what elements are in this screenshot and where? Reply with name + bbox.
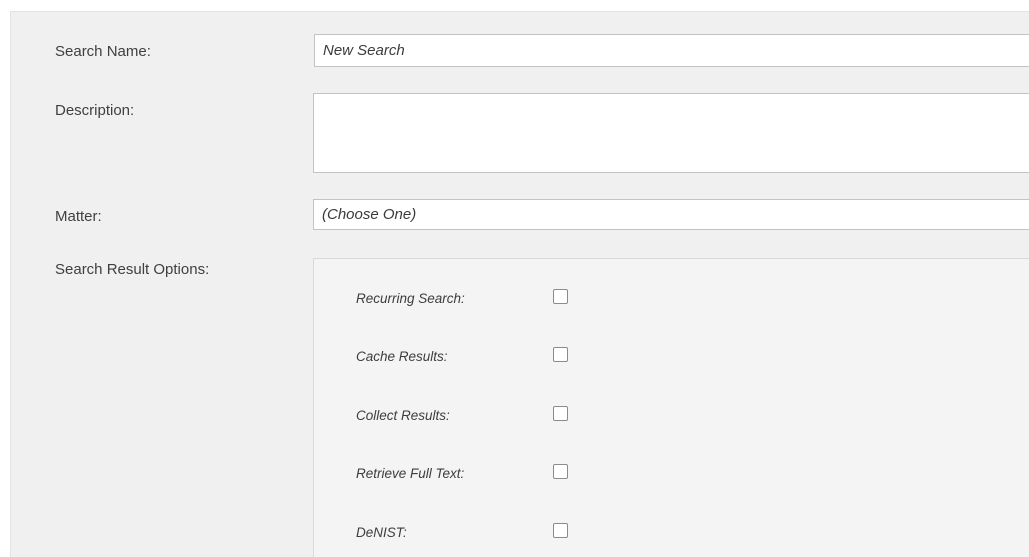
option-row-recurring-search: Recurring Search: xyxy=(356,289,756,307)
cache-results-label: Cache Results: xyxy=(356,349,448,364)
retrieve-full-text-checkbox[interactable] xyxy=(553,464,568,479)
collect-results-checkbox[interactable] xyxy=(553,406,568,421)
collect-results-label: Collect Results: xyxy=(356,408,450,423)
denist-checkbox[interactable] xyxy=(553,523,568,538)
search-result-options-label: Search Result Options: xyxy=(55,261,209,278)
option-row-denist: DeNIST: xyxy=(356,523,756,541)
new-search-form-page: Search Name: Description: Matter: (Choos… xyxy=(0,0,1029,557)
option-row-retrieve-full-text: Retrieve Full Text: xyxy=(356,464,756,482)
description-label: Description: xyxy=(55,102,134,119)
recurring-search-checkbox[interactable] xyxy=(553,289,568,304)
option-row-collect-results: Collect Results: xyxy=(356,406,756,424)
option-row-cache-results: Cache Results: xyxy=(356,347,756,365)
denist-label: DeNIST: xyxy=(356,525,407,540)
cache-results-checkbox[interactable] xyxy=(553,347,568,362)
recurring-search-label: Recurring Search: xyxy=(356,291,465,306)
matter-label: Matter: xyxy=(55,208,102,225)
matter-select[interactable]: (Choose One) xyxy=(313,199,1029,230)
retrieve-full-text-label: Retrieve Full Text: xyxy=(356,466,464,481)
search-name-label: Search Name: xyxy=(55,43,151,60)
description-textarea[interactable] xyxy=(313,93,1029,173)
search-name-input[interactable] xyxy=(314,34,1029,67)
